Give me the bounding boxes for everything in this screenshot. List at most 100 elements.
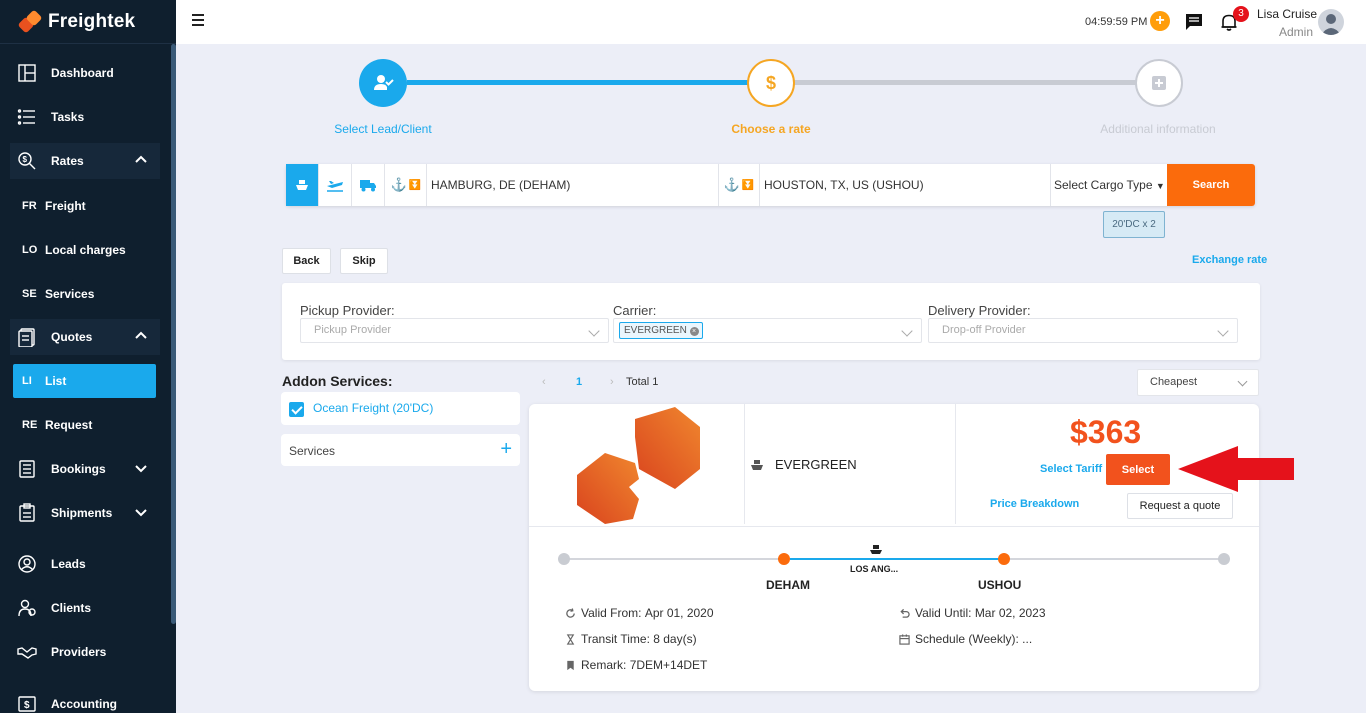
- mode-air-button[interactable]: [319, 164, 352, 206]
- red-arrow-annotation: [1178, 446, 1294, 492]
- hamburger-menu-icon[interactable]: [192, 14, 204, 26]
- exchange-rate-link[interactable]: Exchange rate: [1192, 254, 1267, 266]
- sidebar-item-label: Leads: [51, 557, 86, 571]
- mode-ocean-button[interactable]: [286, 164, 319, 206]
- destination-input[interactable]: HOUSTON, TX, US (USHOU): [764, 178, 924, 192]
- chevron-down-icon: [1237, 376, 1248, 387]
- chevron-down-icon: [901, 325, 913, 337]
- ship-icon: [870, 545, 882, 554]
- mode-truck-button[interactable]: [352, 164, 385, 206]
- divider: [744, 404, 745, 524]
- page-number[interactable]: 1: [576, 376, 582, 388]
- route-line-main: [790, 558, 1004, 560]
- sidebar-item-local-charges[interactable]: LO Local charges: [13, 233, 156, 267]
- freightek-logo-icon: [17, 9, 43, 33]
- user-name[interactable]: Lisa Cruise: [1257, 7, 1317, 21]
- select-button[interactable]: Select: [1106, 454, 1170, 485]
- sidebar-item-bookings[interactable]: Bookings: [10, 451, 160, 487]
- step-select-lead[interactable]: [359, 59, 407, 107]
- skip-button[interactable]: Skip: [340, 248, 388, 274]
- step-label-additional-info: Additional information: [1100, 122, 1216, 136]
- svg-text:$: $: [23, 155, 28, 164]
- sidebar-item-rates[interactable]: $ Rates: [10, 143, 160, 179]
- step-additional-info[interactable]: [1135, 59, 1183, 107]
- origin-port-type-selector[interactable]: ⚓ ⏬: [386, 164, 427, 206]
- anchor-icon: ⚓: [723, 177, 740, 192]
- route-start-dot: [558, 553, 570, 565]
- quotes-icon: [16, 326, 38, 348]
- sidebar-item-freight[interactable]: FR Freight: [13, 189, 156, 223]
- transit-time-row: Transit Time: 8 day(s): [565, 632, 697, 646]
- ocean-freight-checkbox[interactable]: [289, 402, 304, 417]
- services-label: Services: [289, 444, 336, 458]
- logo[interactable]: Freightek: [0, 0, 176, 44]
- sort-select[interactable]: Cheapest: [1137, 369, 1259, 396]
- prev-page-icon[interactable]: ‹: [542, 376, 546, 388]
- chat-icon[interactable]: [1184, 12, 1204, 32]
- sidebar-item-accounting[interactable]: $ Accounting: [10, 686, 160, 713]
- route-line-post: [1010, 558, 1224, 560]
- sidebar-item-request[interactable]: RE Request: [13, 408, 156, 442]
- price-breakdown-link[interactable]: Price Breakdown: [990, 498, 1079, 510]
- total-count: Total 1: [626, 376, 659, 388]
- clients-icon: [16, 597, 38, 619]
- rate-search-bar: ⚓ ⏬ HAMBURG, DE (DEHAM) ⚓ ⏬ HOUSTON, TX, U…: [286, 164, 1255, 206]
- leads-icon: [16, 553, 38, 575]
- origin-input[interactable]: HAMBURG, DE (DEHAM): [431, 178, 570, 192]
- sidebar-item-tasks[interactable]: Tasks: [10, 99, 160, 135]
- stepper-pending-line: [794, 80, 1136, 85]
- shipments-icon: [16, 502, 38, 524]
- request-quote-button[interactable]: Request a quote: [1127, 493, 1233, 519]
- destination-port-type-selector[interactable]: ⚓ ⏬: [719, 164, 760, 206]
- search-button[interactable]: Search: [1167, 164, 1255, 206]
- sidebar-item-label: Clients: [51, 601, 92, 615]
- sidebar-item-quotes[interactable]: Quotes: [10, 319, 160, 355]
- carrier-tag-label: EVERGREEN: [624, 325, 687, 336]
- tasks-icon: [16, 106, 38, 128]
- back-button[interactable]: Back: [282, 248, 331, 274]
- step-label-choose-rate: Choose a rate: [731, 122, 811, 136]
- plus-square-icon: [1152, 76, 1166, 90]
- carrier-tag[interactable]: EVERGREEN ×: [619, 322, 703, 339]
- step-choose-rate[interactable]: $: [747, 59, 795, 107]
- dollar-icon: $: [765, 72, 776, 93]
- topbar: 04:59:59 PM + 3 Lisa Cruise Admin: [176, 0, 1366, 44]
- cargo-type-select[interactable]: Select Cargo Type ▼: [1054, 178, 1165, 192]
- chevron-down-icon: ▼: [1155, 181, 1165, 191]
- carrier-select[interactable]: EVERGREEN ×: [613, 318, 922, 343]
- delivery-provider-select[interactable]: Drop-off Provider: [928, 318, 1238, 343]
- anchor-icon: ⚓: [390, 177, 407, 192]
- sidebar-item-clients[interactable]: Clients: [10, 590, 160, 626]
- sidebar-item-leads[interactable]: Leads: [10, 546, 160, 582]
- addon-ocean-freight[interactable]: Ocean Freight (20'DC): [281, 392, 520, 425]
- next-page-icon[interactable]: ›: [610, 376, 614, 388]
- clock: 04:59:59 PM: [1085, 16, 1148, 28]
- carrier-name: EVERGREEN: [775, 457, 857, 472]
- addon-services[interactable]: Services +: [281, 434, 520, 466]
- sidebar-item-list[interactable]: LI List: [13, 364, 156, 398]
- sidebar-item-shipments[interactable]: Shipments: [10, 495, 160, 531]
- add-service-icon[interactable]: +: [500, 438, 512, 461]
- sidebar-item-services[interactable]: SE Services: [13, 277, 156, 311]
- select-tariff-link[interactable]: Select Tariff: [1040, 463, 1102, 475]
- sidebar-item-abbr: SE: [22, 288, 37, 300]
- remove-tag-icon[interactable]: ×: [689, 327, 699, 336]
- plane-icon: [327, 181, 343, 192]
- valid-from-label: Valid From:: [581, 606, 642, 620]
- sidebar-item-dashboard[interactable]: Dashboard: [10, 55, 160, 91]
- cargo-tag[interactable]: 20'DC x 2: [1103, 211, 1165, 238]
- sidebar-item-label: Quotes: [51, 330, 93, 344]
- valid-from-value: Apr 01, 2020: [644, 606, 714, 620]
- dashboard-icon: [16, 62, 38, 84]
- sidebar-scrollbar[interactable]: [171, 44, 176, 624]
- add-icon[interactable]: +: [1150, 11, 1170, 31]
- avatar[interactable]: [1318, 9, 1344, 35]
- sidebar-item-abbr: FR: [22, 200, 37, 212]
- valid-from-row: Valid From: Apr 01, 2020: [565, 606, 714, 620]
- chevron-down-icon: [135, 465, 147, 473]
- pickup-provider-select[interactable]: Pickup Provider: [300, 318, 609, 343]
- sidebar-item-abbr: RE: [22, 419, 38, 431]
- carrier-logo: [577, 407, 700, 524]
- sidebar-item-providers[interactable]: Providers: [10, 634, 160, 670]
- schedule-label: Schedule (Weekly):: [915, 632, 1019, 646]
